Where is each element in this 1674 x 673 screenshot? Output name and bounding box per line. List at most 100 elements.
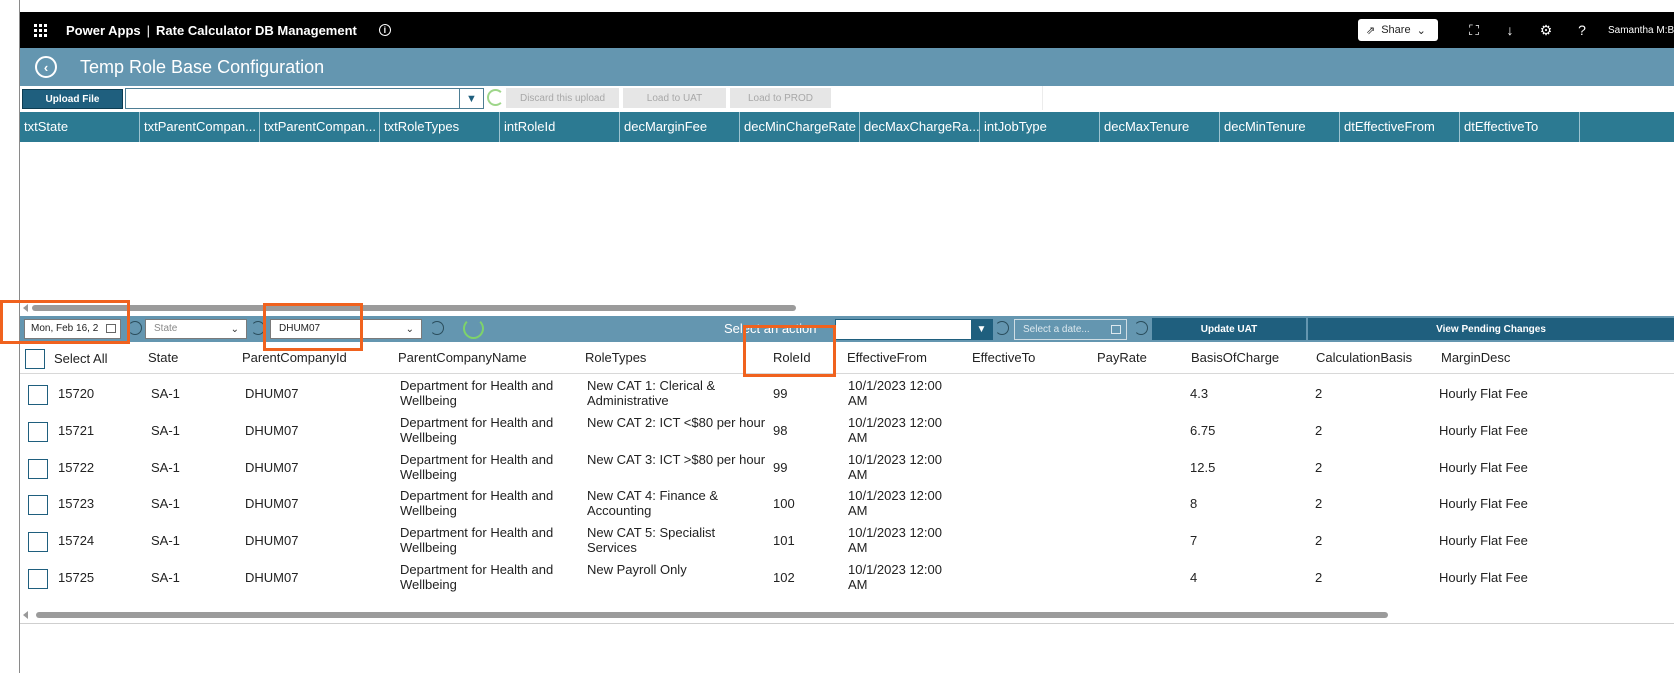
reset-icon[interactable] — [995, 321, 1009, 335]
scrollbar-thumb[interactable] — [36, 612, 1388, 618]
header-state[interactable]: State — [148, 350, 178, 365]
file-select-combobox[interactable]: ▼ — [125, 88, 484, 109]
table-row[interactable]: 15723 SA-1 DHUM07 Department for Health and… — [20, 485, 1674, 522]
row-calculation-basis: 2 — [1315, 570, 1323, 585]
scroll-left-icon[interactable] — [23, 611, 28, 619]
row-checkbox[interactable] — [28, 532, 48, 553]
row-margin-desc: Hourly Flat Fee — [1439, 422, 1528, 438]
load-to-prod-button[interactable]: Load to PROD — [730, 88, 831, 108]
row-checkbox[interactable] — [28, 569, 48, 589]
reset-icon[interactable] — [128, 321, 142, 335]
highlight-box-company — [263, 303, 363, 351]
chevron-down-icon[interactable]: ▼ — [459, 89, 483, 108]
row-company-id: DHUM07 — [245, 422, 299, 438]
reset-icon[interactable] — [430, 321, 444, 335]
row-company-id: DHUM07 — [245, 386, 299, 401]
upload-grid-column-header[interactable]: dtEffectiveTo — [1460, 112, 1580, 142]
app-window: Power Apps | Rate Calculator DB Manageme… — [0, 0, 1674, 673]
header-basis-of-charge[interactable]: BasisOfCharge — [1191, 350, 1279, 365]
row-calculation-basis: 2 — [1315, 533, 1323, 549]
action-combobox[interactable]: ▼ — [835, 319, 993, 340]
row-margin-desc: Hourly Flat Fee — [1439, 386, 1528, 401]
row-company-id: DHUM07 — [245, 533, 299, 549]
chevron-down-icon: ⌄ — [230, 324, 239, 335]
row-checkbox[interactable] — [28, 421, 48, 442]
row-role-type: New Payroll Only — [587, 562, 687, 577]
row-role-type: New CAT 4: Finance & Accounting — [587, 488, 719, 519]
upload-grid-column-header[interactable]: decMinTenure — [1220, 112, 1340, 142]
table-row[interactable]: 15725 SA-1 DHUM07 Department for Health and… — [20, 559, 1674, 596]
row-basis-of-charge: 12.5 — [1190, 459, 1216, 475]
table-row[interactable]: 15724 SA-1 DHUM07 Department for Health and… — [20, 522, 1674, 559]
row-company-name: Department for Health and Wellbeing — [400, 562, 554, 592]
row-effective-from: 10/1/2023 12:00 AM — [848, 525, 942, 556]
chevron-down-icon: ⌄ — [405, 324, 414, 335]
state-dropdown[interactable]: State ⌄ — [145, 319, 247, 339]
select-all-checkbox[interactable] — [25, 349, 45, 369]
gallery-scrollbar[interactable] — [20, 609, 1674, 621]
gear-icon[interactable]: ⚙ — [1528, 22, 1564, 39]
upload-grid-column-header[interactable]: txtParentCompan... — [140, 112, 260, 142]
user-name[interactable]: Samantha M:B — [1608, 25, 1674, 36]
upload-grid-column-header[interactable]: txtParentCompan... — [260, 112, 380, 142]
header-parent-company-id[interactable]: ParentCompanyId — [242, 350, 347, 365]
app-launcher-button[interactable] — [22, 12, 58, 48]
view-pending-changes-button[interactable]: View Pending Changes — [1308, 318, 1674, 340]
upload-file-button[interactable]: Upload File — [22, 89, 123, 109]
row-company-name: Department for Health and Wellbeing — [400, 525, 554, 556]
upload-grid-column-header[interactable]: intRoleId — [500, 112, 620, 142]
table-row[interactable]: 15722 SA-1 DHUM07 Department for Health and… — [20, 449, 1674, 486]
app-title: Rate Calculator DB Management — [156, 22, 357, 38]
row-role-type: New CAT 1: Clerical & Administrative — [587, 378, 716, 408]
upload-grid-column-header[interactable]: decMarginFee — [620, 112, 740, 142]
header-pay-rate[interactable]: PayRate — [1097, 350, 1147, 365]
table-row[interactable]: 15721 SA-1 DHUM07 Department for Health and… — [20, 412, 1674, 449]
update-uat-button[interactable]: Update UAT — [1152, 318, 1306, 340]
upload-grid-column-header[interactable]: decMaxChargeRa... — [860, 112, 980, 142]
header-parent-company-name[interactable]: ParentCompanyName — [398, 350, 527, 365]
upload-grid-column-header[interactable]: intJobType — [980, 112, 1100, 142]
header-margin-desc[interactable]: MarginDesc — [1441, 350, 1510, 365]
row-checkbox[interactable] — [28, 385, 48, 405]
help-icon[interactable]: ? — [1564, 22, 1600, 38]
upload-grid-column-header[interactable]: decMaxTenure — [1100, 112, 1220, 142]
header-role-types[interactable]: RoleTypes — [585, 350, 646, 365]
row-id: 15725 — [58, 570, 95, 585]
table-row[interactable]: 15720 SA-1 DHUM07 Department for Health and… — [20, 375, 1674, 412]
row-effective-from: 10/1/2023 12:00 AM — [848, 378, 942, 408]
row-basis-of-charge: 7 — [1190, 533, 1198, 549]
row-checkbox[interactable] — [28, 495, 48, 516]
refresh-icon[interactable] — [487, 89, 504, 106]
row-id: 15723 — [58, 496, 95, 512]
scrollbar-thumb[interactable] — [32, 305, 796, 311]
header-effective-to[interactable]: EffectiveTo — [972, 350, 1035, 365]
row-role-id: 101 — [773, 533, 795, 549]
row-id: 15720 — [58, 386, 95, 401]
row-company-name: Department for Health and Wellbeing — [400, 451, 554, 482]
refresh-icon[interactable] — [463, 318, 484, 339]
row-checkbox[interactable] — [28, 458, 48, 479]
upload-grid-column-header[interactable]: txtState — [20, 112, 140, 142]
topbar-actions: ⇗ Share ⌄ ⛶ ↓ ⚙ ? Samantha M:B — [1358, 12, 1674, 48]
upload-grid-column-header[interactable]: txtRoleTypes — [380, 112, 500, 142]
row-effective-from: 10/1/2023 12:00 AM — [848, 451, 942, 482]
header-calculation-basis[interactable]: CalculationBasis — [1316, 350, 1412, 365]
chevron-down-icon[interactable]: ▼ — [971, 320, 992, 339]
upload-grid-column-header[interactable]: decMinChargeRate — [740, 112, 860, 142]
load-to-uat-button[interactable]: Load to UAT — [623, 88, 726, 108]
info-icon[interactable]: i — [378, 24, 391, 36]
share-button[interactable]: ⇗ Share ⌄ — [1358, 19, 1438, 41]
reset-icon[interactable] — [1134, 321, 1148, 335]
row-state: SA-1 — [151, 386, 180, 401]
discard-upload-button[interactable]: Discard this upload — [506, 88, 619, 108]
row-company-id: DHUM07 — [245, 459, 299, 475]
row-company-name: Department for Health and Wellbeing — [400, 414, 554, 445]
effective-date-picker[interactable]: Select a date... — [1014, 319, 1127, 340]
upload-grid-column-header[interactable]: dtEffectiveFrom — [1340, 112, 1460, 142]
back-arrow-icon[interactable]: ‹ — [35, 56, 57, 78]
header-effective-from[interactable]: EffectiveFrom — [847, 350, 927, 365]
title-separator: | — [146, 22, 151, 38]
fit-to-screen-icon[interactable]: ⛶ — [1456, 22, 1492, 39]
download-icon[interactable]: ↓ — [1492, 22, 1528, 38]
row-role-id: 99 — [773, 459, 788, 475]
